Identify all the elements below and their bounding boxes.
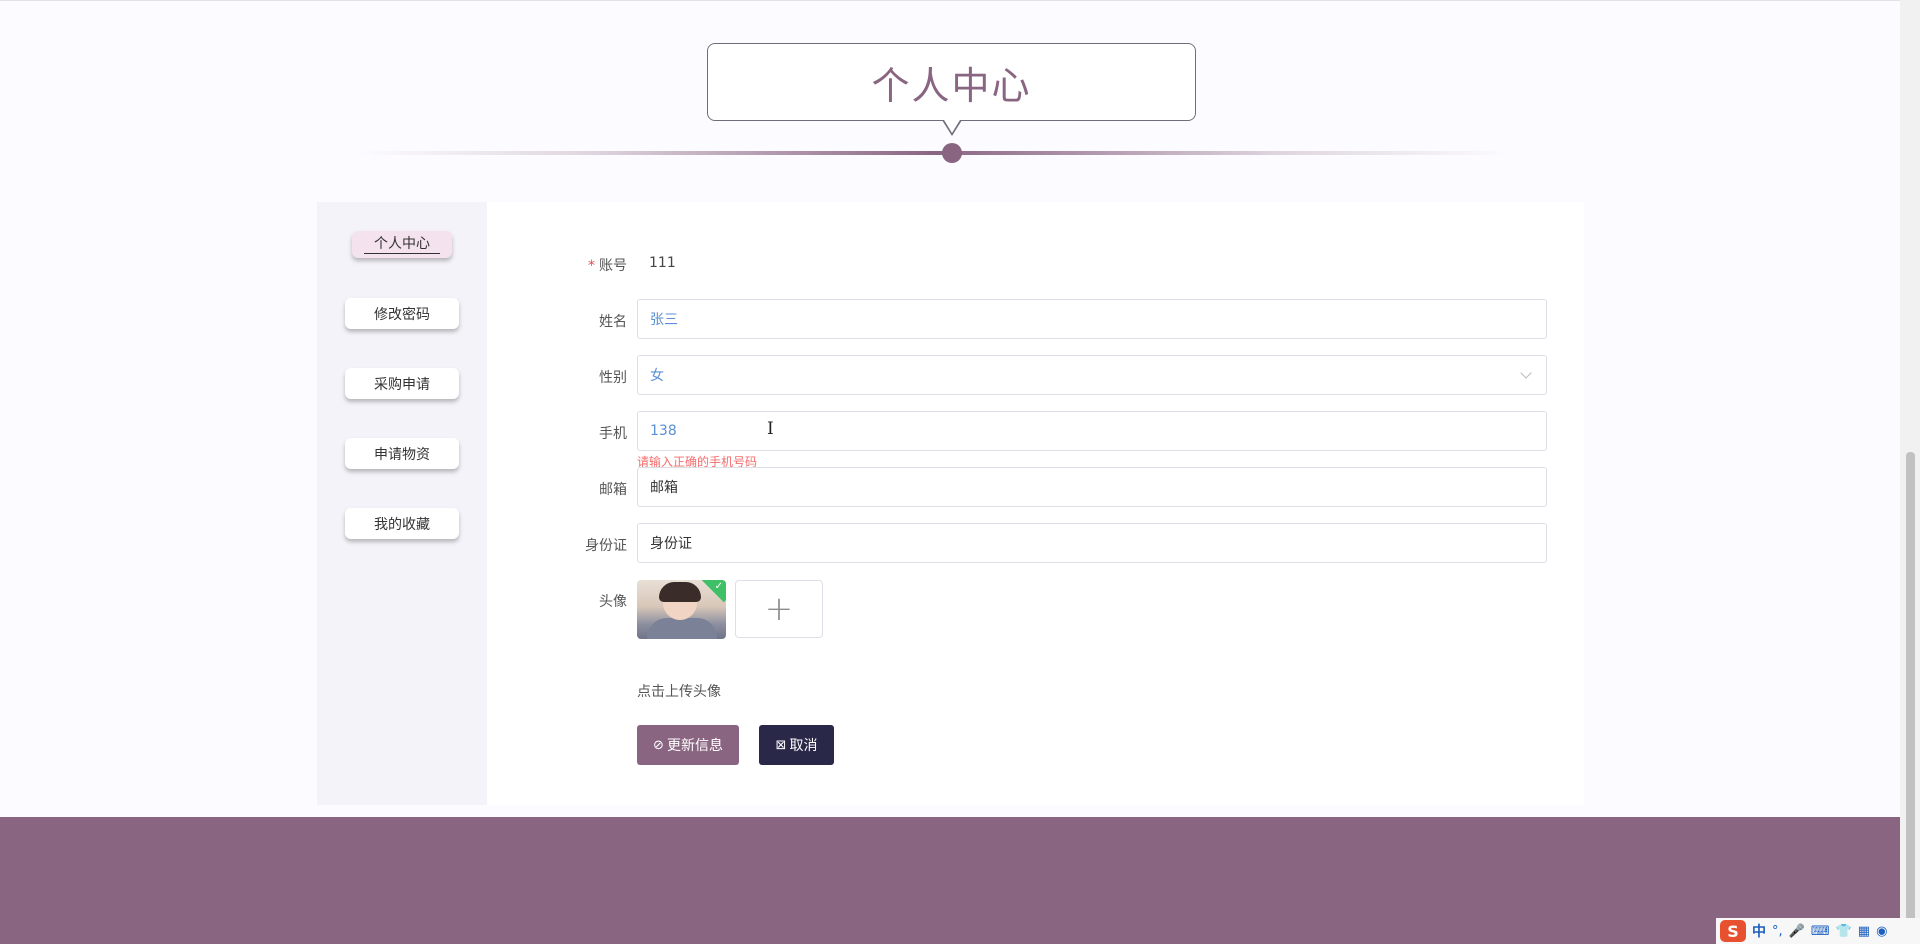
phone-label: 手机	[599, 426, 627, 442]
sidebar-item-label: 修改密码	[374, 306, 430, 323]
sidebar-item-change-password[interactable]: 修改密码	[345, 298, 459, 329]
ime-logo-icon[interactable]: S	[1720, 920, 1746, 942]
ime-toolbar: S 中 °, 🎤 ⌨ 👕 ▦ ◉	[1716, 918, 1920, 944]
sidebar-item-favorites[interactable]: 我的收藏	[345, 508, 459, 539]
required-mark: *	[588, 258, 595, 274]
page-title: 个人中心	[871, 63, 1032, 108]
keyboard-icon[interactable]: ⌨	[1811, 924, 1830, 939]
gender-select[interactable]: 女	[637, 355, 1547, 395]
sidebar-item-label: 申请物资	[374, 446, 430, 463]
avatar-label: 头像	[599, 594, 627, 610]
avatar-body	[647, 618, 717, 639]
check-circle-icon: ⊘	[653, 737, 664, 753]
title-divider	[360, 151, 1510, 155]
profile-form: * 账号 111 姓名 张三 性别 女 手机 138 I 请输入正确的手机号码 邮…	[487, 202, 1584, 805]
page-footer	[0, 817, 1900, 944]
email-input-value: 邮箱	[650, 480, 678, 496]
avatar-thumbnail[interactable]: ✓	[637, 580, 726, 639]
close-square-icon: ⊠	[775, 737, 787, 753]
email-input[interactable]: 邮箱	[637, 467, 1547, 507]
skin-icon[interactable]: 👕	[1836, 924, 1852, 939]
punctuation-icon[interactable]: °,	[1772, 924, 1783, 939]
settings-icon[interactable]: ◉	[1876, 924, 1887, 939]
update-info-button[interactable]: ⊘ 更新信息	[637, 725, 739, 765]
sidebar-item-apply-materials[interactable]: 申请物资	[345, 438, 459, 469]
name-input[interactable]: 张三	[637, 299, 1547, 339]
id-card-label: 身份证	[585, 538, 627, 554]
email-label: 邮箱	[599, 482, 627, 498]
chevron-down-icon	[1520, 367, 1532, 379]
page-title-box: 个人中心	[707, 43, 1196, 121]
sidebar-item-profile[interactable]: 个人中心	[352, 231, 452, 258]
title-divider-dot	[942, 143, 962, 163]
sidebar: 个人中心 修改密码 采购申请 申请物资 我的收藏	[317, 202, 487, 805]
account-label: * 账号	[588, 258, 627, 274]
cancel-button[interactable]: ⊠ 取消	[759, 725, 834, 765]
name-label: 姓名	[599, 314, 627, 330]
name-input-value: 张三	[650, 312, 678, 328]
grid-icon[interactable]: ▦	[1858, 924, 1870, 939]
text-cursor-icon: I	[767, 419, 774, 439]
upload-hint: 点击上传头像	[637, 684, 721, 700]
id-card-input[interactable]: 身份证	[637, 523, 1547, 563]
microphone-icon[interactable]: 🎤	[1789, 924, 1805, 939]
account-value: 111	[649, 255, 676, 271]
ime-mode-toggle[interactable]: 中	[1752, 921, 1766, 941]
sidebar-item-label: 我的收藏	[374, 516, 430, 533]
id-card-input-value: 身份证	[650, 536, 692, 552]
sidebar-item-purchase-request[interactable]: 采购申请	[345, 368, 459, 399]
top-border	[0, 0, 1900, 1]
gender-select-value: 女	[650, 368, 664, 384]
avatar-hair	[659, 582, 701, 602]
check-icon: ✓	[714, 581, 723, 592]
plus-icon: +	[764, 589, 794, 629]
sidebar-item-label: 采购申请	[374, 376, 430, 393]
upload-avatar-button[interactable]: +	[735, 580, 823, 638]
sidebar-item-label: 个人中心	[364, 235, 440, 254]
title-pointer-inner	[944, 120, 960, 133]
gender-label: 性别	[599, 370, 627, 386]
scrollbar-thumb[interactable]	[1906, 452, 1915, 922]
phone-input-value: 138	[650, 423, 677, 439]
